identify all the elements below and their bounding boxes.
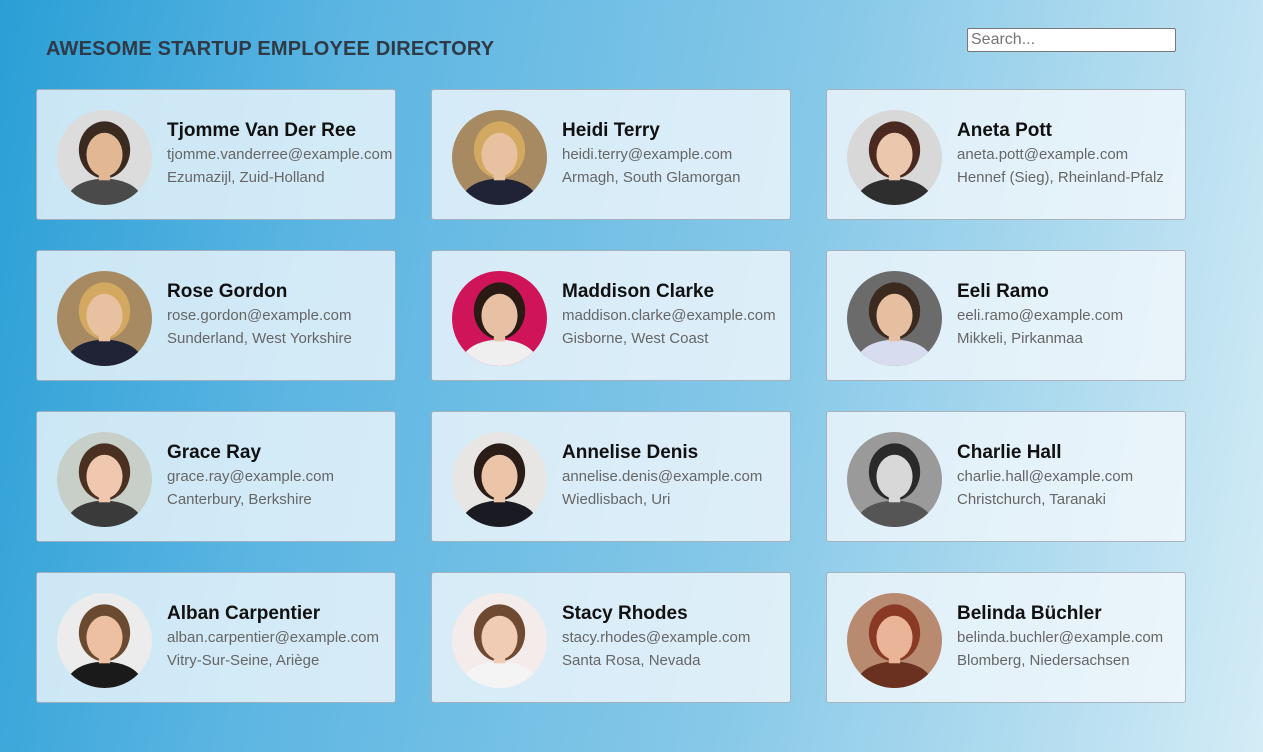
employee-photo [57,271,152,366]
avatar [57,110,152,205]
employee-photo [452,432,547,527]
employee-email: maddison.clarke@example.com [562,307,776,324]
page-title: AWESOME STARTUP EMPLOYEE DIRECTORY [46,38,495,60]
employee-name: Alban Carpentier [167,603,321,624]
employee-location: Santa Rosa, Nevada [562,652,701,669]
employee-location: Mikkeli, Pirkanmaa [957,330,1083,347]
employee-email: rose.gordon@example.com [167,307,352,324]
avatar [847,271,942,366]
employee-card[interactable]: Eeli Ramo eeli.ramo@example.com Mikkeli,… [826,250,1186,381]
employee-info: Annelise Denis annelise.denis@example.co… [562,442,784,509]
employee-info: Grace Ray grace.ray@example.com Canterbu… [167,442,389,509]
employee-photo [847,432,942,527]
employee-photo [57,110,152,205]
employee-photo [452,271,547,366]
employee-name: Heidi Terry [562,120,660,141]
employee-email: heidi.terry@example.com [562,146,733,163]
employee-email: belinda.buchler@example.com [957,629,1164,646]
employee-card[interactable]: Charlie Hall charlie.hall@example.com Ch… [826,411,1186,542]
employee-info: Stacy Rhodes stacy.rhodes@example.com Sa… [562,603,784,670]
employee-location: Christchurch, Taranaki [957,491,1106,508]
employee-location: Sunderland, West Yorkshire [167,330,352,347]
employee-name: Belinda Büchler [957,603,1102,624]
avatar [452,110,547,205]
employee-location: Canterbury, Berkshire [167,491,312,508]
avatar [57,432,152,527]
employee-info: Alban Carpentier alban.carpentier@exampl… [167,603,389,670]
employee-card[interactable]: Tjomme Van Der Ree tjomme.vanderree@exam… [36,89,396,220]
employee-gallery: Tjomme Van Der Ree tjomme.vanderree@exam… [36,89,1186,703]
search-input[interactable] [967,28,1176,52]
employee-email: alban.carpentier@example.com [167,629,379,646]
employee-card[interactable]: Annelise Denis annelise.denis@example.co… [431,411,791,542]
employee-name: Grace Ray [167,442,262,463]
employee-email: annelise.denis@example.com [562,468,763,485]
employee-email: aneta.pott@example.com [957,146,1129,163]
employee-location: Ezumazijl, Zuid-Holland [167,169,325,186]
employee-card[interactable]: Belinda Büchler belinda.buchler@example.… [826,572,1186,703]
employee-card[interactable]: Heidi Terry heidi.terry@example.com Arma… [431,89,791,220]
employee-photo [847,593,942,688]
employee-location: Wiedlisbach, Uri [562,491,671,508]
employee-photo [847,110,942,205]
employee-photo [57,432,152,527]
avatar [452,432,547,527]
employee-card[interactable]: Maddison Clarke maddison.clarke@example.… [431,250,791,381]
employee-name: Eeli Ramo [957,281,1049,302]
avatar [847,110,942,205]
employee-photo [452,593,547,688]
avatar [847,593,942,688]
employee-email: grace.ray@example.com [167,468,334,485]
employee-info: Tjomme Van Der Ree tjomme.vanderree@exam… [167,120,393,187]
employee-location: Armagh, South Glamorgan [562,169,741,186]
employee-location: Blomberg, Niedersachsen [957,652,1130,669]
employee-name: Annelise Denis [562,442,699,463]
avatar [57,593,152,688]
avatar [847,432,942,527]
employee-email: stacy.rhodes@example.com [562,629,751,646]
avatar [452,593,547,688]
employee-email: charlie.hall@example.com [957,468,1134,485]
employee-name: Tjomme Van Der Ree [167,120,357,141]
employee-photo [847,271,942,366]
avatar [57,271,152,366]
employee-info: Charlie Hall charlie.hall@example.com Ch… [957,442,1179,509]
employee-name: Charlie Hall [957,442,1062,463]
employee-card[interactable]: Rose Gordon rose.gordon@example.com Sund… [36,250,396,381]
employee-info: Maddison Clarke maddison.clarke@example.… [562,281,784,348]
employee-name: Rose Gordon [167,281,288,302]
employee-location: Hennef (Sieg), Rheinland-Pfalz [957,169,1164,186]
employee-card[interactable]: Aneta Pott aneta.pott@example.com Hennef… [826,89,1186,220]
employee-photo [452,110,547,205]
employee-email: eeli.ramo@example.com [957,307,1124,324]
avatar [452,271,547,366]
employee-name: Stacy Rhodes [562,603,688,624]
employee-email: tjomme.vanderree@example.com [167,146,393,163]
employee-name: Aneta Pott [957,120,1052,141]
employee-info: Eeli Ramo eeli.ramo@example.com Mikkeli,… [957,281,1179,348]
employee-location: Vitry-Sur-Seine, Ariège [167,652,320,669]
employee-info: Rose Gordon rose.gordon@example.com Sund… [167,281,389,348]
employee-name: Maddison Clarke [562,281,715,302]
employee-info: Aneta Pott aneta.pott@example.com Hennef… [957,120,1179,187]
employee-location: Gisborne, West Coast [562,330,709,347]
employee-info: Heidi Terry heidi.terry@example.com Arma… [562,120,784,187]
employee-card[interactable]: Grace Ray grace.ray@example.com Canterbu… [36,411,396,542]
employee-card[interactable]: Alban Carpentier alban.carpentier@exampl… [36,572,396,703]
employee-photo [57,593,152,688]
employee-card[interactable]: Stacy Rhodes stacy.rhodes@example.com Sa… [431,572,791,703]
employee-info: Belinda Büchler belinda.buchler@example.… [957,603,1179,670]
